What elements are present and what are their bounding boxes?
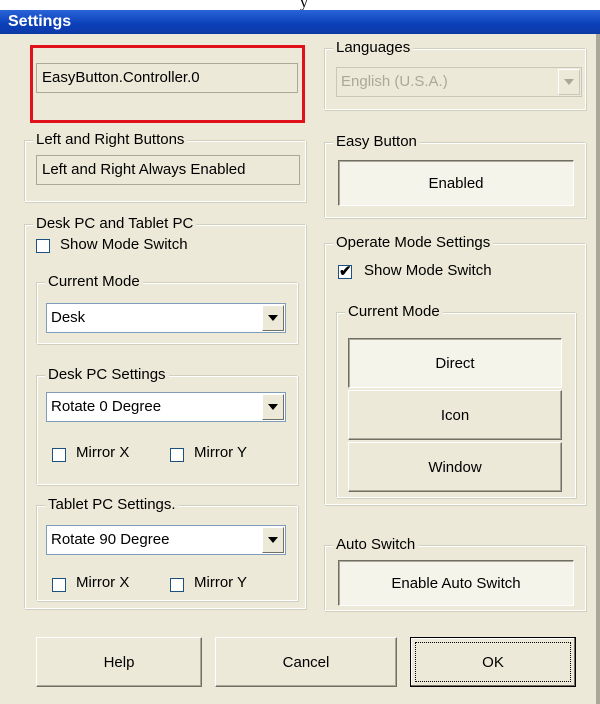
settings-dialog: y Settings EasyButton.Controller.0 Langu… bbox=[0, 0, 600, 704]
tablet-mirror-x-checkbox[interactable] bbox=[52, 578, 66, 592]
left-right-status-field: Left and Right Always Enabled bbox=[36, 155, 300, 185]
language-select[interactable]: English (U.S.A.) bbox=[336, 67, 582, 97]
tablet-mirror-y-label[interactable]: Mirror Y bbox=[194, 574, 247, 591]
easy-button-legend: Easy Button bbox=[333, 132, 420, 152]
operate-current-mode-legend: Current Mode bbox=[345, 302, 443, 322]
easy-button-enabled-button[interactable]: Enabled bbox=[338, 160, 574, 206]
desk-mirror-y-label[interactable]: Mirror Y bbox=[194, 444, 247, 461]
mode-direct-label: Direct bbox=[435, 354, 475, 372]
page-top-strip: y bbox=[0, 0, 600, 11]
tablet-pc-settings-legend: Tablet PC Settings. bbox=[45, 495, 179, 515]
desk-mirror-x-checkbox[interactable] bbox=[52, 448, 66, 462]
desk-rotation-selected: Rotate 0 Degree bbox=[51, 398, 162, 415]
mode-window-label: Window bbox=[428, 458, 482, 476]
cancel-label: Cancel bbox=[282, 653, 330, 671]
title-bar[interactable]: Settings bbox=[0, 10, 600, 34]
mode-direct-button[interactable]: Direct bbox=[348, 338, 562, 388]
chevron-down-icon[interactable] bbox=[262, 305, 284, 331]
desk-current-mode-selected: Desk bbox=[51, 309, 86, 326]
operate-show-mode-switch-label[interactable]: Show Mode Switch bbox=[364, 262, 492, 279]
desk-tablet-legend: Desk PC and Tablet PC bbox=[33, 214, 197, 234]
operate-mode-legend: Operate Mode Settings bbox=[333, 233, 494, 253]
help-button[interactable]: Help bbox=[36, 637, 202, 687]
desk-rotation-select[interactable]: Rotate 0 Degree bbox=[46, 392, 286, 422]
easy-button-enabled-label: Enabled bbox=[428, 174, 484, 192]
language-selected: English (U.S.A.) bbox=[341, 73, 448, 90]
desk-show-mode-switch-checkbox[interactable] bbox=[36, 239, 50, 253]
desk-pc-settings-legend: Desk PC Settings bbox=[45, 365, 169, 385]
red-highlight-box bbox=[30, 45, 305, 123]
desk-current-mode-legend: Current Mode bbox=[45, 272, 143, 292]
desk-mirror-x-label[interactable]: Mirror X bbox=[76, 444, 129, 461]
operate-show-mode-switch-checkbox[interactable]: ✔ bbox=[338, 263, 352, 280]
ok-button[interactable]: OK bbox=[410, 637, 576, 687]
tablet-mirror-x-label[interactable]: Mirror X bbox=[76, 574, 129, 591]
checkmark-icon: ✔ bbox=[339, 263, 352, 280]
tablet-mirror-y-checkbox[interactable] bbox=[170, 578, 184, 592]
mode-window-button[interactable]: Window bbox=[348, 442, 562, 492]
mode-icon-button[interactable]: Icon bbox=[348, 390, 562, 440]
chevron-down-icon[interactable] bbox=[262, 527, 284, 553]
enable-auto-switch-label: Enable Auto Switch bbox=[391, 574, 521, 592]
chevron-down-icon[interactable] bbox=[558, 69, 580, 95]
languages-legend: Languages bbox=[333, 38, 414, 58]
window-title: Settings bbox=[8, 13, 72, 30]
auto-switch-legend: Auto Switch bbox=[333, 535, 419, 555]
enable-auto-switch-button[interactable]: Enable Auto Switch bbox=[338, 560, 574, 606]
chevron-down-icon[interactable] bbox=[262, 394, 284, 420]
left-right-legend: Left and Right Buttons bbox=[33, 130, 188, 150]
desk-mirror-y-checkbox[interactable] bbox=[170, 448, 184, 462]
focus-rectangle bbox=[415, 642, 571, 682]
desk-current-mode-select[interactable]: Desk bbox=[46, 303, 286, 333]
desk-show-mode-switch-label[interactable]: Show Mode Switch bbox=[60, 236, 188, 253]
window-right-edge bbox=[596, 34, 600, 704]
tablet-rotation-selected: Rotate 90 Degree bbox=[51, 531, 170, 548]
cancel-button[interactable]: Cancel bbox=[215, 637, 397, 687]
mode-icon-label: Icon bbox=[440, 406, 470, 424]
help-label: Help bbox=[103, 653, 135, 671]
tablet-rotation-select[interactable]: Rotate 90 Degree bbox=[46, 525, 286, 555]
